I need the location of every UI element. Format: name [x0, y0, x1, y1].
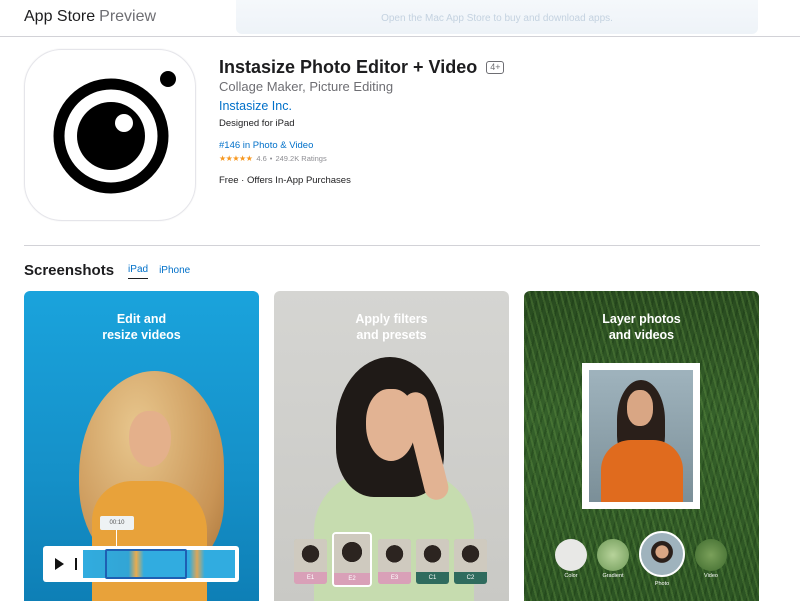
camera-lens-icon [53, 71, 176, 194]
developer-link[interactable]: Instasize Inc. [219, 99, 292, 113]
app-subtitle: Collage Maker, Picture Editing [219, 79, 394, 94]
filter-label: E2 [334, 573, 370, 585]
tab-ipad[interactable]: iPad [128, 264, 149, 279]
person-face [627, 390, 653, 426]
playhead-line [116, 530, 117, 546]
open-app-store-banner[interactable]: Open the Mac App Store to buy and downlo… [236, 0, 758, 34]
filter-preview [334, 534, 370, 574]
tab-iphone[interactable]: iPhone [159, 265, 190, 279]
screenshots-header: Screenshots iPad iPhone [24, 262, 190, 279]
app-icon [24, 49, 196, 221]
top-bar: App Store Preview Open the Mac App Store … [0, 0, 800, 37]
filter-label: C2 [454, 572, 487, 584]
brand-suffix: Preview [99, 8, 157, 25]
rating-value: 4.6 [256, 154, 267, 163]
rating-separator: • [269, 154, 273, 163]
screenshot-caption: Apply filters and presets [355, 312, 428, 342]
screenshots-title: Screenshots [24, 262, 115, 279]
screenshot-layer-photos[interactable]: Layer photos and videos Color Gradient P… [524, 291, 759, 601]
filter-strip: E1 E2 E3 C1 C2 [292, 529, 492, 589]
filter-label: E1 [294, 572, 327, 584]
person-face [129, 411, 171, 467]
rating-row: ★★★★★ 4.6 • 249.2K Ratings [219, 154, 759, 163]
category-rank-link[interactable]: #146 in Photo & Video [219, 140, 759, 151]
color-option [555, 539, 587, 571]
screenshot-apply-filters[interactable]: Apply filters and presets E1 E2 E3 C1 C2 [274, 291, 509, 601]
screenshot-caption: Layer photos and videos [602, 312, 681, 342]
option-label: Color [564, 573, 578, 579]
filter-preview [454, 539, 487, 572]
trim-handle-icon [75, 558, 77, 570]
app-title: Instasize Photo Editor + Video [219, 56, 478, 77]
ratings-count: 249.2K Ratings [275, 154, 327, 163]
screenshot-edit-resize-videos[interactable]: Edit and resize videos 00:10 [24, 291, 259, 601]
video-timeline [43, 546, 239, 582]
option-label: Photo [654, 581, 670, 587]
person-coat [601, 440, 683, 502]
filter-label: C1 [416, 572, 449, 584]
filter-thumb-e1: E1 [294, 539, 327, 584]
filter-thumb-c1: C1 [416, 539, 449, 584]
price-label: Free · Offers In-App Purchases [219, 175, 351, 186]
photo-frame [582, 363, 700, 509]
star-rating-icon: ★★★★★ [219, 154, 253, 163]
designed-for-label: Designed for iPad [219, 118, 295, 129]
brand-name: App Store [24, 8, 96, 25]
option-label: Video [704, 573, 718, 579]
person-body [92, 481, 207, 601]
title-row: Instasize Photo Editor + Video 4+ [219, 57, 759, 77]
timeline-selection [105, 549, 187, 579]
age-rating-badge: 4+ [486, 60, 505, 74]
photo-option [639, 531, 685, 577]
timecode-label: 00:10 [100, 516, 134, 530]
video-option [695, 539, 727, 571]
screenshot-caption: Edit and resize videos [102, 312, 181, 342]
filter-preview [378, 539, 411, 572]
banner-text: Open the Mac App Store to buy and downlo… [381, 13, 613, 24]
app-store-preview-logo[interactable]: App Store Preview [24, 8, 156, 26]
layer-options: Color Gradient Photo Video [524, 531, 759, 595]
app-info: Instasize Photo Editor + Video 4+ Collag… [219, 57, 759, 186]
section-divider [24, 245, 760, 246]
filter-preview [294, 539, 327, 572]
filter-thumb-e3: E3 [378, 539, 411, 584]
layered-photo [589, 370, 693, 502]
filter-thumb-c2: C2 [454, 539, 487, 584]
filter-preview [416, 539, 449, 572]
filter-thumb-e2: E2 [332, 532, 372, 587]
filter-label: E3 [378, 572, 411, 584]
gradient-option [597, 539, 629, 571]
play-icon [55, 558, 64, 570]
option-label: Gradient [602, 573, 624, 579]
